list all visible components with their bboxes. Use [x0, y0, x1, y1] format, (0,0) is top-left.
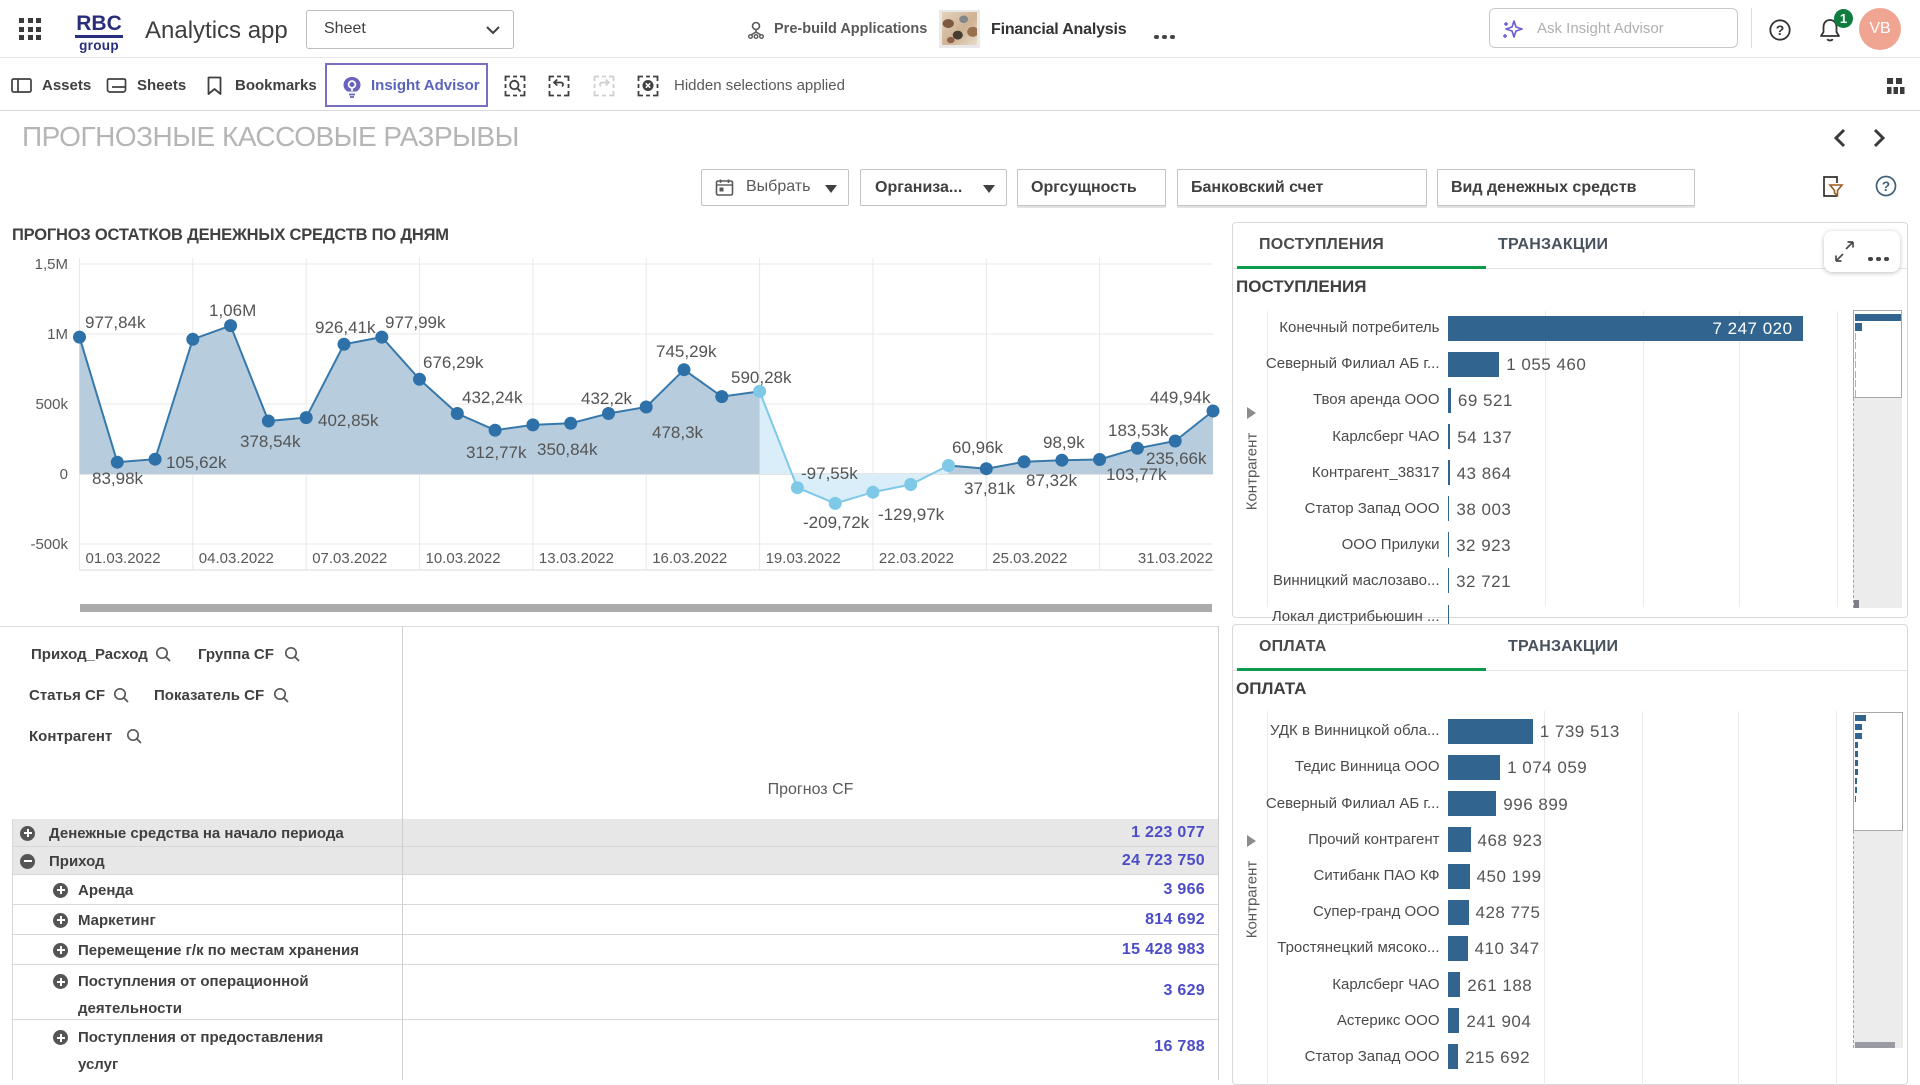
- svg-text:83,98k: 83,98k: [92, 469, 144, 488]
- svg-text:-209,72k: -209,72k: [803, 513, 870, 532]
- svg-text:183,53k: 183,53k: [1108, 421, 1169, 440]
- svg-text:676,29k: 676,29k: [423, 353, 484, 372]
- svg-text:500k: 500k: [35, 396, 68, 413]
- svg-text:1,06M: 1,06M: [209, 301, 256, 320]
- svg-text:1M: 1M: [47, 326, 68, 343]
- svg-text:977,84k: 977,84k: [85, 313, 146, 332]
- svg-text:01.03.2022: 01.03.2022: [86, 550, 161, 567]
- svg-text:1,5M: 1,5M: [35, 256, 68, 273]
- svg-text:87,32k: 87,32k: [1026, 471, 1078, 490]
- svg-text:60,96k: 60,96k: [952, 438, 1004, 457]
- svg-text:745,29k: 745,29k: [656, 342, 717, 361]
- svg-text:22.03.2022: 22.03.2022: [879, 550, 954, 567]
- svg-text:0: 0: [60, 466, 68, 483]
- svg-text:98,9k: 98,9k: [1043, 433, 1085, 452]
- svg-text:235,66k: 235,66k: [1146, 449, 1207, 468]
- svg-text:?: ?: [1776, 22, 1785, 38]
- svg-text:590,28k: 590,28k: [731, 368, 792, 387]
- svg-text:10.03.2022: 10.03.2022: [426, 550, 501, 567]
- svg-text:312,77k: 312,77k: [466, 443, 527, 462]
- svg-text:378,54k: 378,54k: [240, 432, 301, 451]
- svg-text:449,94k: 449,94k: [1150, 388, 1211, 407]
- svg-text:977,99k: 977,99k: [385, 313, 446, 332]
- svg-text:432,2k: 432,2k: [581, 389, 633, 408]
- svg-text:13.03.2022: 13.03.2022: [539, 550, 614, 567]
- svg-text:04.03.2022: 04.03.2022: [199, 550, 274, 567]
- svg-text:-129,97k: -129,97k: [878, 505, 945, 524]
- svg-text:478,3k: 478,3k: [652, 423, 704, 442]
- svg-text:105,62k: 105,62k: [166, 453, 227, 472]
- svg-text:25.03.2022: 25.03.2022: [992, 550, 1067, 567]
- svg-text:350,84k: 350,84k: [537, 440, 598, 459]
- svg-text:?: ?: [1882, 179, 1890, 194]
- svg-text:-500k: -500k: [30, 536, 68, 553]
- svg-text:31.03.2022: 31.03.2022: [1138, 550, 1213, 567]
- svg-text:07.03.2022: 07.03.2022: [312, 550, 387, 567]
- svg-text:16.03.2022: 16.03.2022: [652, 550, 727, 567]
- svg-text:-97,55k: -97,55k: [801, 464, 858, 483]
- svg-text:37,81k: 37,81k: [964, 479, 1016, 498]
- svg-text:432,24k: 432,24k: [462, 388, 523, 407]
- svg-text:926,41k: 926,41k: [315, 318, 376, 337]
- svg-text:19.03.2022: 19.03.2022: [766, 550, 841, 567]
- svg-text:402,85k: 402,85k: [318, 411, 379, 430]
